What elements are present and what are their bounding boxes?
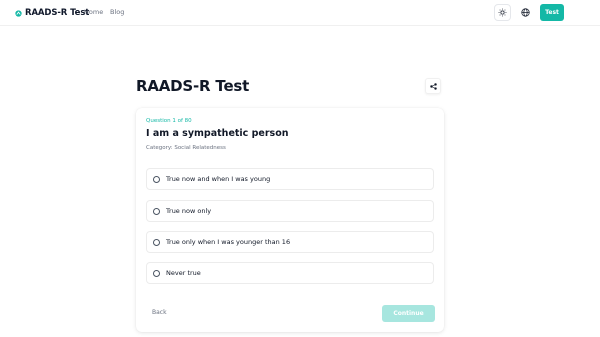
question-text: I am a sympathetic person	[146, 128, 289, 139]
sun-icon	[498, 8, 507, 17]
page-title: RAADS-R Test	[136, 77, 250, 95]
answer-option[interactable]: True only when I was younger than 16	[146, 231, 434, 253]
brain-logo-icon	[15, 9, 22, 17]
answer-option-label: True now only	[166, 207, 212, 215]
radio-button[interactable]	[153, 269, 160, 277]
theme-toggle-button[interactable]	[494, 4, 511, 21]
question-category: Category: Social Relatedness	[146, 145, 226, 151]
language-button[interactable]	[517, 4, 534, 21]
nav-link-blog[interactable]: Blog	[110, 8, 124, 16]
share-button[interactable]	[425, 78, 441, 94]
top-navbar: RAADS-R Test Home Blog Test	[0, 0, 600, 26]
brand-name: RAADS-R Test	[25, 8, 90, 18]
question-card: Question 1 of 80 I am a sympathetic pers…	[136, 108, 444, 332]
answer-option[interactable]: True now and when I was young	[146, 168, 434, 190]
test-nav-button[interactable]: Test	[540, 4, 564, 21]
continue-button[interactable]: Continue	[382, 305, 435, 322]
question-counter: Question 1 of 80	[146, 118, 192, 124]
answer-option[interactable]: True now only	[146, 200, 434, 222]
radio-button[interactable]	[153, 207, 160, 215]
nav-link-home[interactable]: Home	[84, 8, 103, 16]
answer-option-label: Never true	[166, 269, 201, 277]
brand-logo-link[interactable]: RAADS-R Test	[15, 7, 89, 19]
radio-button[interactable]	[153, 175, 160, 183]
answer-option-label: True now and when I was young	[166, 175, 271, 183]
answer-option[interactable]: Never true	[146, 262, 434, 284]
radio-button[interactable]	[153, 238, 160, 246]
share-icon	[429, 82, 437, 90]
answer-option-label: True only when I was younger than 16	[166, 238, 291, 246]
back-button[interactable]: Back	[152, 309, 167, 316]
globe-icon	[521, 8, 530, 17]
